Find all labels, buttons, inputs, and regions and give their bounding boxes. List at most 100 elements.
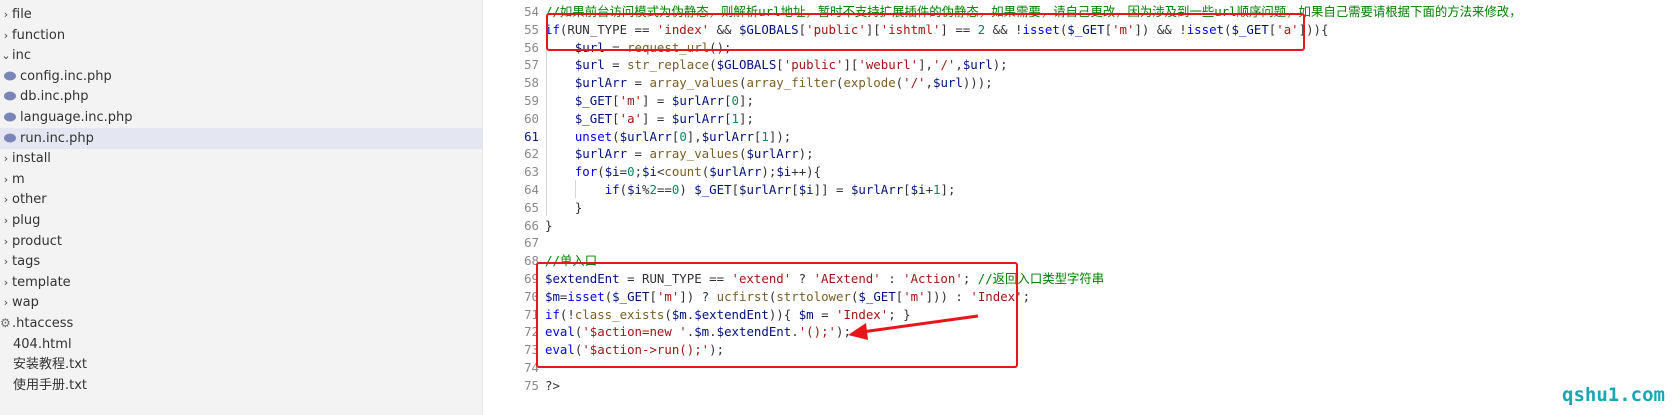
chevron-right-icon: › [3,234,9,248]
line-number: 63 [524,164,539,180]
line-number: 70 [524,288,539,304]
line-number: 61 [524,128,539,144]
code-text: $_GET['m'] = $urlArr[0]; [574,93,754,108]
tree-item-label: db.inc.php [20,89,89,105]
tree-item[interactable]: 安装教程.txt [0,354,482,375]
explorer-sidebar: › file › function ⌄ inc config.inc.php db.inc.p… [0,0,483,415]
annotation-arrow [848,314,979,340]
code-line[interactable]: 64 if($i%2==0) $_GET[$urlArr[$i]] = $url… [483,181,1677,199]
tree-item[interactable]: › template [0,272,482,293]
code-text: $urlArr = array_values(array_filter(expl… [574,75,993,91]
code-line[interactable]: 58 $urlArr = array_values(array_filter(e… [483,74,1677,92]
php-elephant-icon [4,133,16,143]
code-text: $_GET['a'] = $urlArr[1]; [574,110,754,126]
chevron-right-icon: › [3,28,9,42]
gear-icon: ⚙ [0,316,11,330]
code-line[interactable]: 59 $_GET['m'] = $urlArr[0]; [483,92,1677,110]
tree-item[interactable]: › plug [0,210,482,231]
code-line[interactable]: 65 } [483,199,1677,217]
code-text: if($i%2==0) $_GET[$urlArr[$i]] = $urlArr… [604,182,956,197]
tree-item-label: tags [12,254,41,270]
tree-item[interactable]: › function [0,25,482,46]
code-line[interactable]: 75 ?> [483,377,1677,395]
tree-item-label: 使用手册.txt [13,377,88,393]
line-number: 58 [524,75,539,91]
tree-item[interactable]: ⌄ inc [0,45,482,66]
line-number: 56 [524,39,539,55]
line-number: 54 [524,4,539,19]
tree-item[interactable]: 404.html [0,334,482,355]
tree-item-label: other [12,192,47,208]
tree-item-label: inc [12,48,31,64]
line-number: 62 [524,146,539,162]
php-elephant-icon [4,91,16,101]
tree-item[interactable]: config.inc.php [0,66,482,87]
tree-item[interactable]: language.inc.php [0,107,482,128]
tree-item-label: 安装教程.txt [13,357,88,373]
code-text: } [545,199,583,215]
line-number: 71 [524,306,539,322]
php-elephant-icon [4,112,16,122]
tree-item-label: plug [12,213,41,228]
tree-item[interactable]: db.inc.php [0,86,482,107]
code-line[interactable]: 61 unset($urlArr[0],$urlArr[1]); [483,128,1677,146]
code-text: for($i=0;$i<count($urlArr);$i++){ [574,164,822,180]
line-number: 64 [524,182,539,197]
code-line[interactable]: 66} [483,217,1677,235]
chevron-right-icon: › [3,172,9,186]
tree-item-label: template [12,274,71,290]
tree-item[interactable]: › install [0,148,482,169]
tree-item[interactable]: run.inc.php [0,127,482,149]
tree-item-label: wap [12,295,39,311]
code-text: } [545,217,553,233]
code-line[interactable]: 67 [483,234,1677,252]
chevron-right-icon: › [3,296,9,310]
chevron-down-icon: ⌄ [1,49,11,63]
tree-item-label: install [12,151,51,167]
line-number: 57 [524,57,539,73]
tree-item-label: run.inc.php [20,130,94,146]
line-number: 69 [524,271,539,286]
tree-item[interactable]: › product [0,231,482,252]
tree-item-label: 404.html [13,336,72,352]
chevron-right-icon: › [3,8,9,21]
line-number: 60 [524,110,539,126]
tree-item-label: config.inc.php [20,68,112,84]
chevron-right-icon: › [3,214,9,227]
code-line[interactable]: 57 $url = str_replace($GLOBALS['public']… [483,56,1677,74]
line-number: 68 [524,253,539,269]
line-number: 74 [524,360,539,375]
tree-item[interactable]: › file [0,4,482,25]
code-text: unset($urlArr[0],$urlArr[1]); [574,128,792,144]
chevron-right-icon: › [3,152,9,166]
code-line[interactable]: 63 for($i=0;$i<count($urlArr);$i++){ [483,163,1677,181]
chevron-right-icon: › [3,193,9,207]
chevron-right-icon: › [3,275,9,289]
code-line[interactable]: 60 $_GET['a'] = $urlArr[1]; [483,110,1677,128]
code-text: $urlArr = array_values($urlArr); [574,146,814,162]
line-number: 55 [524,21,539,37]
tree-item-label: function [12,27,66,43]
watermark: qshu1.com [1562,384,1665,406]
tree-item[interactable]: › m [0,169,482,190]
tree-item[interactable]: 使用手册.txt [0,375,482,396]
line-number: 59 [524,93,539,108]
tree-item-label: file [12,7,32,22]
code-line[interactable]: 62 $urlArr = array_values($urlArr); [483,145,1677,163]
tree-item[interactable]: › tags [0,251,482,272]
line-number: 66 [524,217,539,233]
line-number: 75 [524,377,539,393]
annotation-box-url-parse [546,13,1305,51]
chevron-right-icon: › [3,255,9,269]
line-number: 65 [524,199,539,215]
line-number: 72 [524,324,539,340]
tree-item-label: m [12,171,25,187]
tree-item[interactable]: ⚙ .htaccess [0,313,482,334]
php-elephant-icon [4,71,16,81]
tree-item-label: .htaccess [12,316,74,331]
tree-item[interactable]: › wap [0,292,482,313]
tree-item[interactable]: › other [0,189,482,210]
code-text: ?> [545,377,560,393]
line-number: 73 [524,342,539,358]
line-number: 67 [524,235,539,251]
